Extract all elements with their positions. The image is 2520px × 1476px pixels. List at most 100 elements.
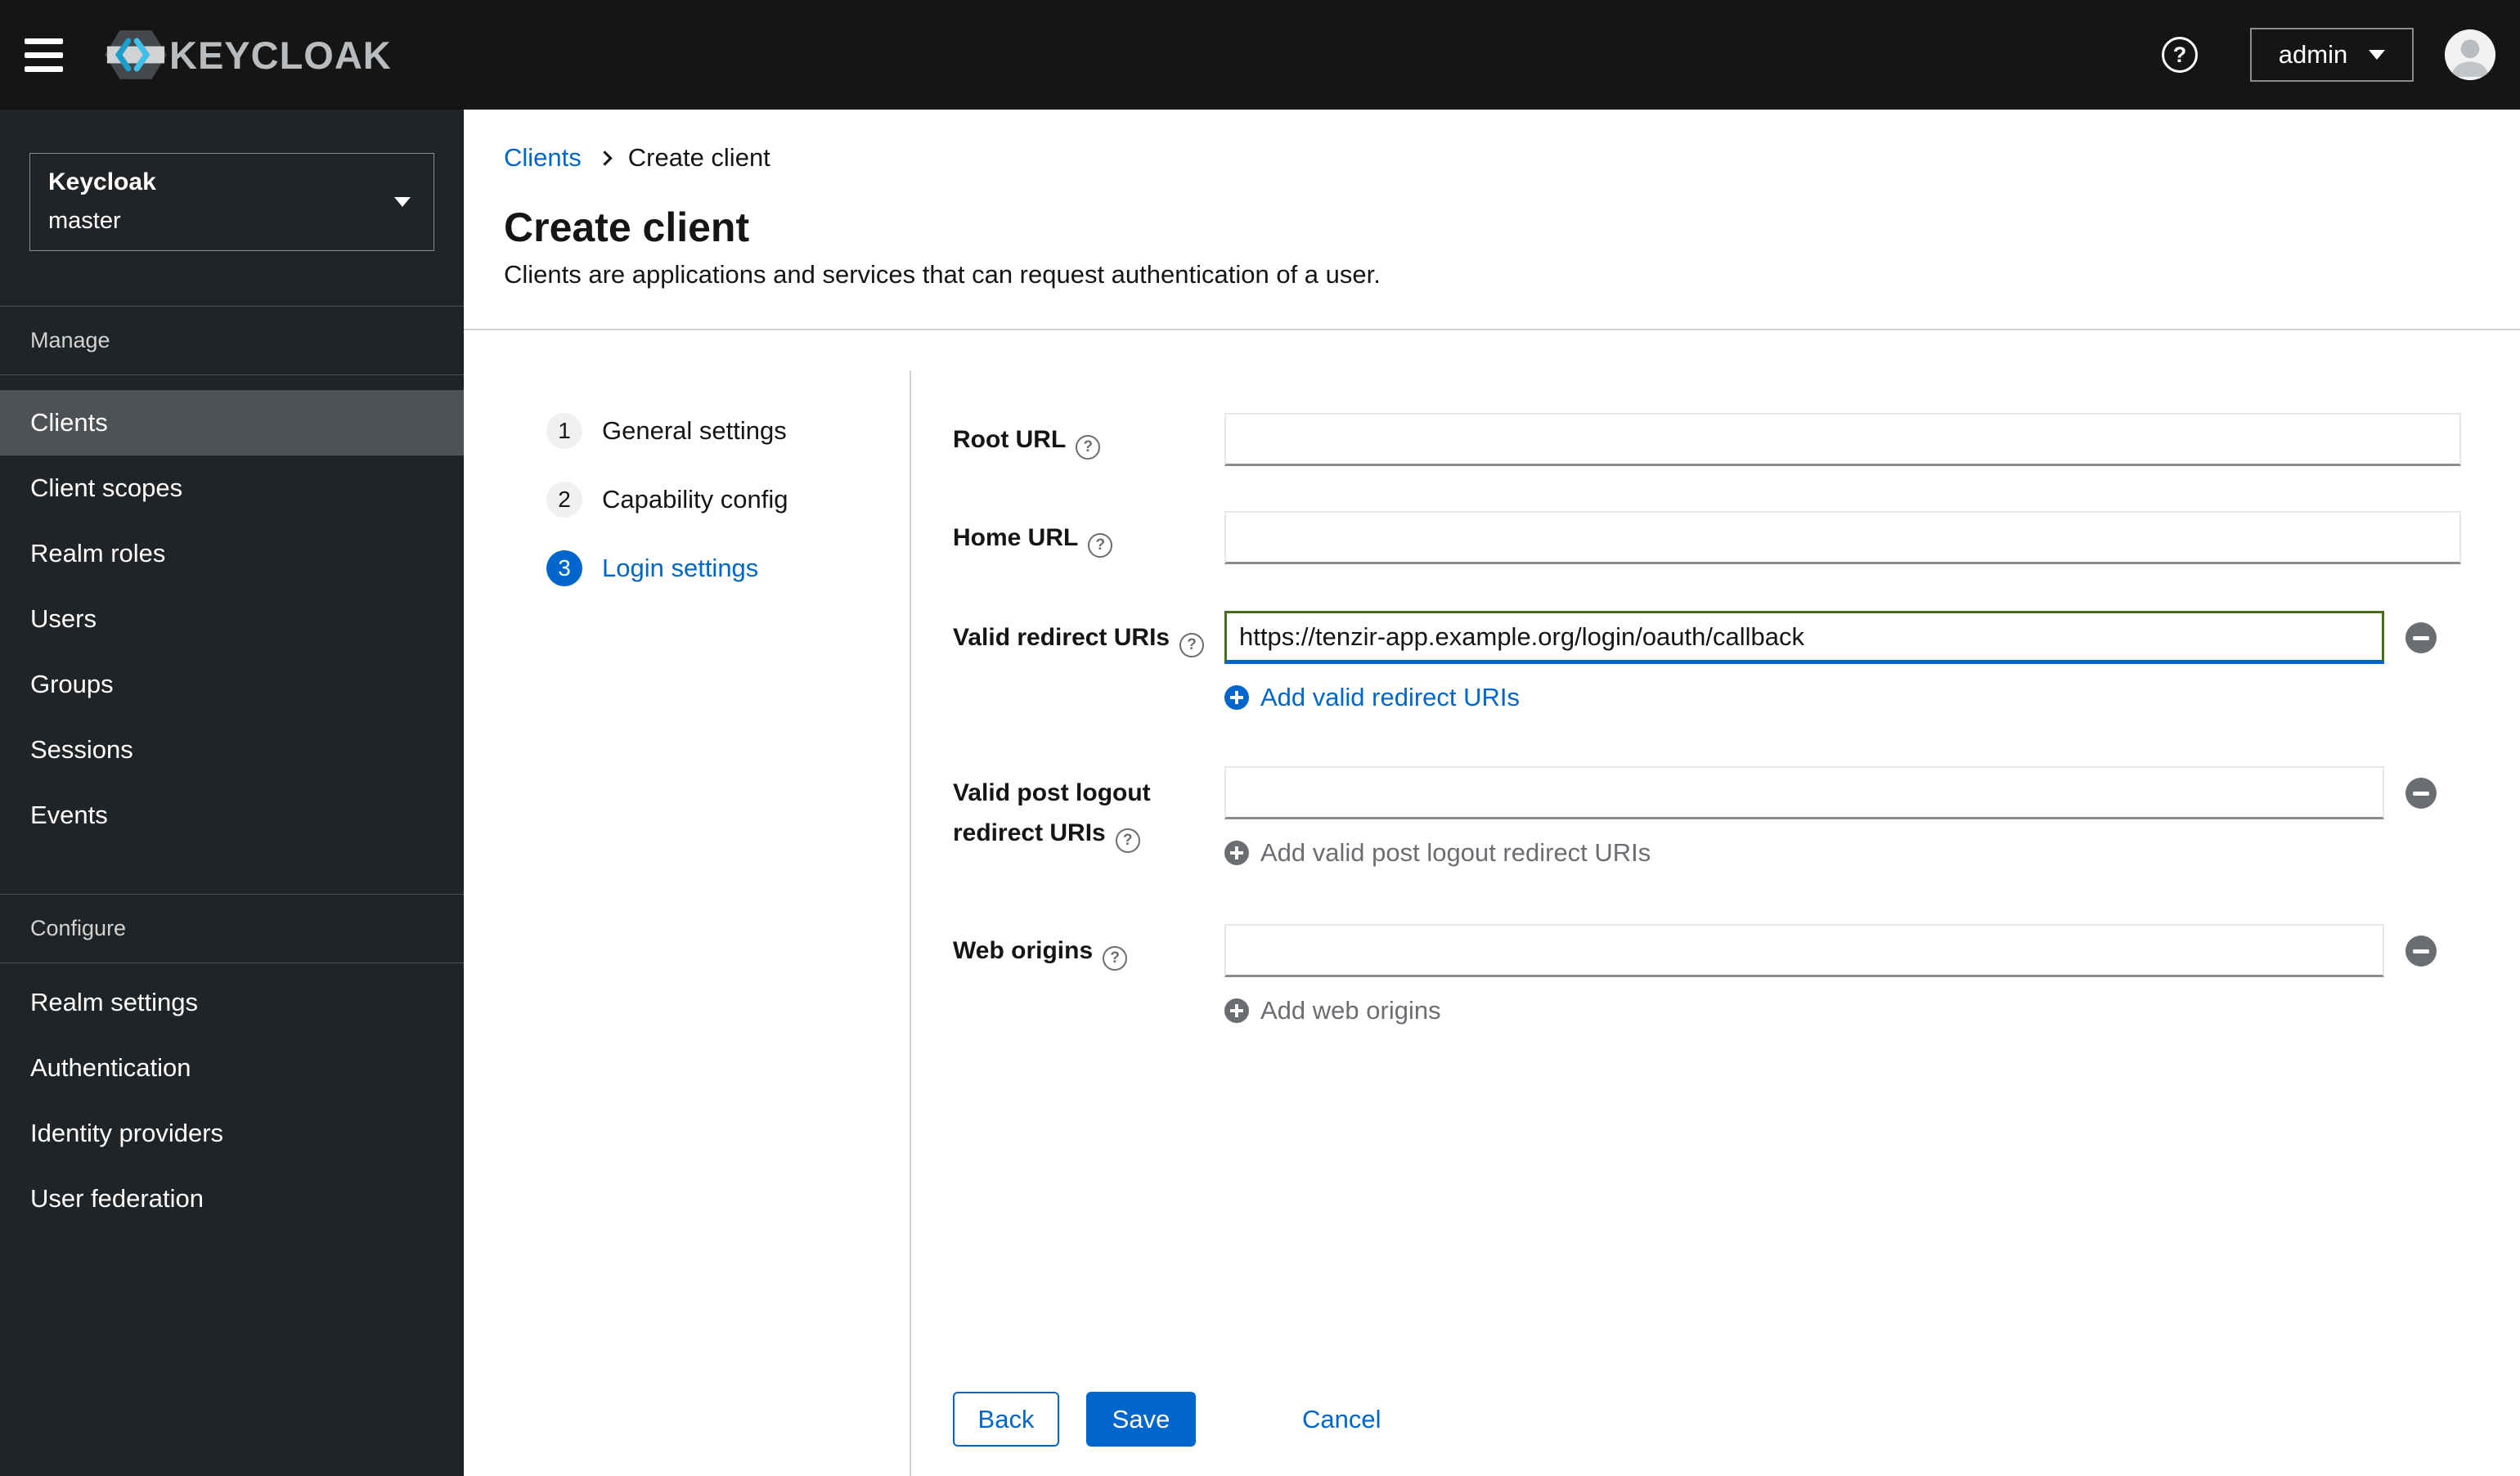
keycloak-hexagon-icon (105, 30, 167, 79)
sidebar-item-realm-settings[interactable]: Realm settings (0, 970, 464, 1035)
nav-group-configure: Realm settings Authentication Identity p… (0, 963, 464, 1231)
user-menu-dropdown[interactable]: admin (2250, 28, 2414, 82)
form-row-home-url: Home URL? (953, 511, 2461, 564)
step-number-badge: 2 (546, 482, 582, 518)
person-icon (2445, 29, 2495, 80)
question-circle-icon[interactable]: ? (1179, 632, 1205, 657)
field-label: Web origins? (953, 924, 1224, 1024)
step-label: Capability config (602, 485, 788, 514)
home-url-label: Home URL (953, 524, 1079, 551)
breadcrumb-current: Create client (627, 143, 770, 172)
field-label: Root URL? (953, 413, 1224, 466)
add-link-label: Add web origins (1260, 995, 1441, 1025)
user-menu-label: admin (2278, 40, 2348, 69)
step-number-badge: 1 (546, 413, 582, 449)
help-icon[interactable]: ? (2162, 37, 2198, 73)
realm-selector-dropdown[interactable]: Keycloak master (29, 153, 434, 251)
valid-post-logout-redirect-uri-input[interactable] (1224, 766, 2384, 819)
breadcrumb: Clients Create client (504, 141, 2480, 174)
nav-section-title-manage: Manage (30, 328, 110, 352)
wizard-actions: Back Save Cancel (953, 1392, 2461, 1447)
field-control: Add valid redirect URIs (1224, 611, 2461, 711)
avatar[interactable] (2445, 29, 2495, 80)
chevron-down-icon (394, 197, 411, 207)
valid-redirect-uri-input[interactable] (1224, 611, 2384, 664)
root-url-label: Root URL (953, 426, 1067, 453)
add-link-label: Add valid post logout redirect URIs (1260, 837, 1651, 867)
web-origins-label: Web origins (953, 937, 1094, 964)
multi-value-row (1224, 766, 2461, 819)
masthead: KEYCLOAK ? admin (0, 0, 2520, 110)
keycloak-admin-console: KEYCLOAK ? admin Keycloak master Manage (0, 0, 2520, 1476)
page-header: Clients Create client Create client Clie… (464, 110, 2520, 292)
step-number-badge: 3 (546, 550, 582, 586)
sidebar-item-users[interactable]: Users (0, 586, 464, 652)
nav-section-title-configure: Configure (30, 916, 127, 940)
realm-selector-title: Keycloak (48, 168, 156, 195)
add-valid-post-logout-redirect-uri-button[interactable]: Add valid post logout redirect URIs (1224, 837, 2461, 867)
login-settings-form: Root URL? Home URL? Valid redirect URIs … (911, 330, 2520, 1476)
multi-value-row (1224, 924, 2461, 977)
page-description: Clients are applications and services th… (504, 260, 1381, 289)
home-url-input[interactable] (1224, 511, 2461, 564)
nav-group-manage: Clients Client scopes Realm roles Users … (0, 375, 464, 848)
sidebar-item-identity-providers[interactable]: Identity providers (0, 1101, 464, 1166)
sidebar-item-events[interactable]: Events (0, 783, 464, 848)
brand-wordmark: KEYCLOAK (169, 33, 392, 77)
form-row-valid-redirect-uris: Valid redirect URIs? Add valid redirect … (953, 611, 2461, 711)
minus-circle-icon[interactable] (2405, 777, 2437, 809)
wizard-steps-nav: 1 General settings 2 Capability config 3… (464, 330, 911, 1476)
plus-circle-icon (1224, 684, 1249, 710)
wizard-step-capability-config[interactable]: 2 Capability config (546, 482, 911, 518)
add-web-origins-button[interactable]: Add web origins (1224, 995, 2461, 1025)
form-row-valid-post-logout-redirect-uris: Valid post logout redirect URIs? Add val… (953, 766, 2461, 867)
question-circle-icon[interactable]: ? (1076, 434, 1101, 460)
field-control: Add web origins (1224, 924, 2461, 1025)
web-origins-input[interactable] (1224, 924, 2384, 977)
sidebar-item-clients[interactable]: Clients (0, 390, 464, 455)
cancel-button[interactable]: Cancel (1302, 1405, 1381, 1434)
question-circle-icon[interactable]: ? (1088, 532, 1113, 558)
main-content: Clients Create client Create client Clie… (464, 110, 2520, 1476)
hamburger-menu-icon[interactable] (25, 38, 63, 72)
save-button[interactable]: Save (1086, 1392, 1196, 1447)
back-button[interactable]: Back (953, 1392, 1059, 1447)
step-label: General settings (602, 416, 787, 445)
field-control (1224, 413, 2461, 466)
minus-circle-icon[interactable] (2405, 935, 2437, 967)
question-circle-icon[interactable]: ? (1115, 828, 1140, 853)
sidebar-nav: Keycloak master Manage Clients Client sc… (0, 110, 464, 1476)
sidebar-item-client-scopes[interactable]: Client scopes (0, 455, 464, 521)
form-row-root-url: Root URL? (953, 413, 2461, 466)
valid-redirect-uris-label: Valid redirect URIs (953, 624, 1170, 651)
field-label: Valid redirect URIs? (953, 611, 1224, 711)
plus-circle-icon (1224, 840, 1249, 865)
multi-value-row (1224, 611, 2461, 664)
sidebar-item-groups[interactable]: Groups (0, 652, 464, 717)
add-valid-redirect-uri-button[interactable]: Add valid redirect URIs (1224, 682, 2461, 711)
keycloak-logo[interactable]: KEYCLOAK (104, 20, 392, 90)
chevron-down-icon (2369, 50, 2386, 60)
plus-circle-icon (1224, 998, 1249, 1023)
page-title: Create client (504, 204, 750, 250)
root-url-input[interactable] (1224, 413, 2461, 466)
question-circle-icon[interactable]: ? (1103, 945, 1128, 971)
breadcrumb-link-clients[interactable]: Clients (504, 143, 582, 173)
sidebar-item-user-federation[interactable]: User federation (0, 1166, 464, 1231)
field-control: Add valid post logout redirect URIs (1224, 766, 2461, 867)
minus-circle-icon[interactable] (2405, 621, 2437, 653)
field-label: Home URL? (953, 511, 1224, 564)
sidebar-item-authentication[interactable]: Authentication (0, 1035, 464, 1101)
add-link-label: Add valid redirect URIs (1260, 682, 1521, 711)
wizard-step-login-settings[interactable]: 3 Login settings (546, 550, 911, 586)
current-realm-name: master (48, 208, 121, 234)
create-client-wizard: 1 General settings 2 Capability config 3… (464, 330, 2520, 1476)
field-label: Valid post logout redirect URIs? (953, 766, 1224, 866)
form-row-web-origins: Web origins? Add web origins (953, 924, 2461, 1025)
sidebar-item-sessions[interactable]: Sessions (0, 717, 464, 783)
breadcrumb-separator-chevron-icon (597, 150, 613, 166)
wizard-step-general-settings[interactable]: 1 General settings (546, 413, 911, 449)
step-label: Login settings (602, 554, 759, 582)
sidebar-item-realm-roles[interactable]: Realm roles (0, 521, 464, 586)
app-shell: Keycloak master Manage Clients Client sc… (0, 110, 2520, 1476)
